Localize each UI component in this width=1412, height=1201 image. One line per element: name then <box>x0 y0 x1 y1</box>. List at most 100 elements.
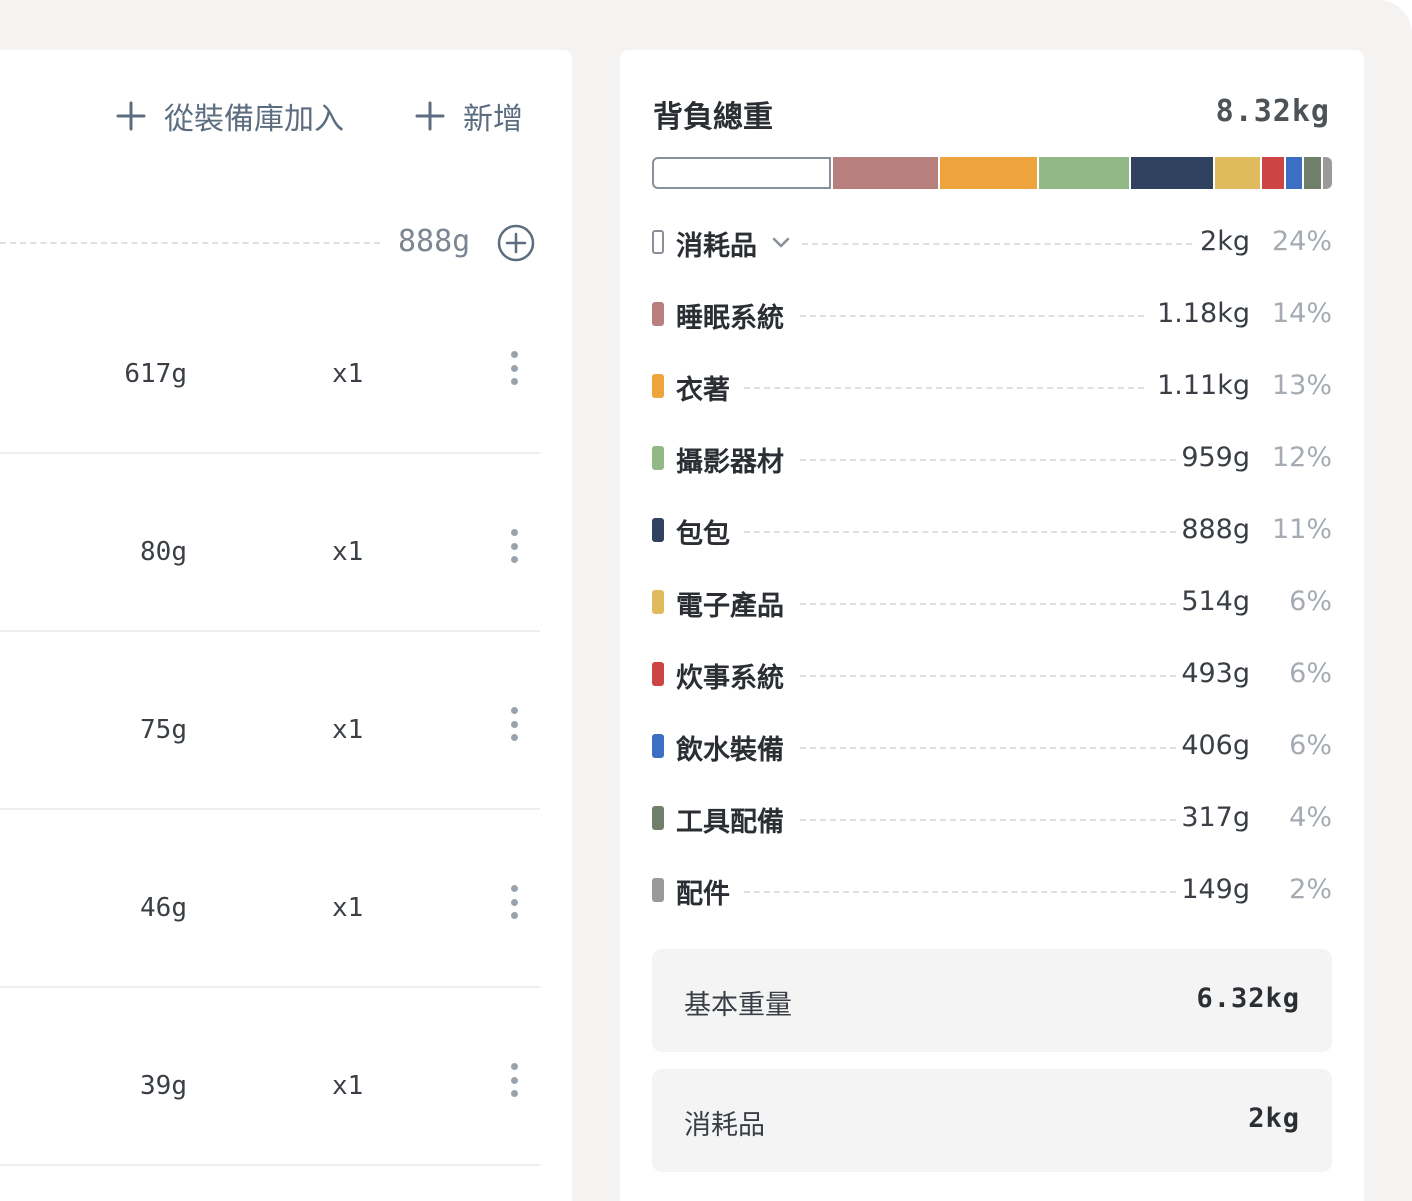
category-weight: 317g <box>1181 802 1250 833</box>
more-options-icon[interactable] <box>506 529 522 563</box>
category-percent: 13% <box>1271 370 1332 401</box>
total-weight-value: 8.32kg <box>1215 94 1330 129</box>
add-item-label: 新增 <box>463 102 523 137</box>
category-row[interactable]: 衣著 1.11kg 13% <box>652 366 1332 406</box>
category-leader-line <box>802 243 1192 245</box>
category-percent: 2% <box>1289 874 1332 905</box>
gear-item-row[interactable]: 46g x1 <box>0 809 540 988</box>
category-leader-line <box>800 819 1176 821</box>
base-weight-box: 基本重量 6.32kg <box>652 949 1332 1052</box>
gear-item-row[interactable]: 75g x1 <box>0 631 540 810</box>
more-options-icon[interactable] <box>506 885 522 919</box>
group-divider <box>0 242 380 244</box>
category-color-swatch <box>652 806 664 830</box>
item-quantity[interactable]: x1 <box>332 715 363 745</box>
category-weight-bar <box>652 157 1332 189</box>
category-row[interactable]: 炊事系統 493g 6% <box>652 654 1332 694</box>
category-weight: 888g <box>1181 514 1250 545</box>
category-name: 包包 <box>676 519 730 550</box>
weight-bar-segment <box>1038 157 1129 189</box>
category-percent: 11% <box>1271 514 1332 545</box>
category-weight: 1.18kg <box>1157 298 1250 329</box>
more-options-icon[interactable] <box>506 707 522 741</box>
import-from-library-label: 從裝備庫加入 <box>164 102 344 137</box>
item-weight: 46g <box>140 893 187 923</box>
weight-bar-segment <box>1322 157 1332 189</box>
base-weight-value: 6.32kg <box>1196 983 1300 1014</box>
weight-bar-segment <box>833 157 938 189</box>
item-quantity[interactable]: x1 <box>332 1071 363 1101</box>
weight-bar-segment <box>1286 157 1303 189</box>
category-row[interactable]: 消耗品 2kg 24% <box>652 222 1332 262</box>
plus-icon <box>415 101 445 131</box>
item-quantity[interactable]: x1 <box>332 359 363 389</box>
category-name: 衣著 <box>676 375 730 406</box>
category-color-swatch <box>652 590 664 614</box>
category-weight: 406g <box>1181 730 1250 761</box>
category-row[interactable]: 配件 149g 2% <box>652 870 1332 910</box>
category-leader-line <box>800 603 1176 605</box>
category-color-swatch <box>652 734 664 758</box>
category-weight: 149g <box>1181 874 1250 905</box>
base-weight-label: 基本重量 <box>684 990 792 1021</box>
category-name: 炊事系統 <box>676 663 784 694</box>
more-options-icon[interactable] <box>506 1063 522 1097</box>
group-total-weight: 888g <box>398 224 471 259</box>
category-percent: 14% <box>1271 298 1332 329</box>
category-percent: 6% <box>1289 586 1332 617</box>
add-item-button[interactable]: 新增 <box>415 94 523 138</box>
category-row[interactable]: 睡眠系統 1.18kg 14% <box>652 294 1332 334</box>
category-name: 飲水裝備 <box>676 735 784 766</box>
category-color-swatch <box>652 374 664 398</box>
gear-item-row[interactable]: 80g x1 <box>0 453 540 632</box>
category-leader-line <box>744 891 1176 893</box>
weight-bar-segment <box>1130 157 1213 189</box>
import-from-library-button[interactable]: 從裝備庫加入 <box>116 94 344 138</box>
category-weight: 959g <box>1181 442 1250 473</box>
category-name: 消耗品 <box>676 231 757 262</box>
gear-item-row[interactable]: 39g x1 <box>0 987 540 1166</box>
category-leader-line <box>800 675 1176 677</box>
category-percent: 24% <box>1271 226 1332 257</box>
category-row[interactable]: 包包 888g 11% <box>652 510 1332 550</box>
weight-bar-segment <box>652 157 832 189</box>
category-leader-line <box>800 459 1176 461</box>
category-percent: 6% <box>1289 730 1332 761</box>
more-options-icon[interactable] <box>506 351 522 385</box>
consumables-weight-box: 消耗品 2kg <box>652 1069 1332 1172</box>
category-name: 配件 <box>676 879 730 910</box>
category-name: 睡眠系統 <box>676 303 784 334</box>
category-name: 攝影器材 <box>676 447 784 478</box>
category-weight: 514g <box>1181 586 1250 617</box>
category-leader-line <box>800 315 1144 317</box>
item-weight: 75g <box>140 715 187 745</box>
category-color-swatch <box>652 878 664 902</box>
item-weight: 39g <box>140 1071 187 1101</box>
weight-bar-segment <box>1261 157 1285 189</box>
category-row[interactable]: 飲水裝備 406g 6% <box>652 726 1332 766</box>
category-row[interactable]: 工具配備 317g 4% <box>652 798 1332 838</box>
item-quantity[interactable]: x1 <box>332 537 363 567</box>
consumables-label: 消耗品 <box>684 1110 765 1141</box>
category-row[interactable]: 攝影器材 959g 12% <box>652 438 1332 478</box>
category-color-swatch <box>652 446 664 470</box>
total-weight-title: 背負總重 <box>653 100 773 135</box>
category-color-swatch <box>652 662 664 686</box>
category-row[interactable]: 電子產品 514g 6% <box>652 582 1332 622</box>
category-weight: 1.11kg <box>1157 370 1250 401</box>
consumables-value: 2kg <box>1248 1103 1300 1134</box>
category-weight: 2kg <box>1200 226 1250 257</box>
chevron-down-icon[interactable] <box>770 232 792 254</box>
category-name: 工具配備 <box>676 807 784 838</box>
category-leader-line <box>744 387 1144 389</box>
category-percent: 12% <box>1271 442 1332 473</box>
category-name: 電子產品 <box>676 591 784 622</box>
category-color-swatch <box>652 302 664 326</box>
item-weight: 617g <box>124 359 187 389</box>
category-color-swatch <box>652 518 664 542</box>
item-quantity[interactable]: x1 <box>332 893 363 923</box>
item-weight: 80g <box>140 537 187 567</box>
category-percent: 4% <box>1289 802 1332 833</box>
add-to-group-icon[interactable] <box>497 224 535 262</box>
gear-item-row[interactable]: 617g x1 <box>0 275 540 454</box>
